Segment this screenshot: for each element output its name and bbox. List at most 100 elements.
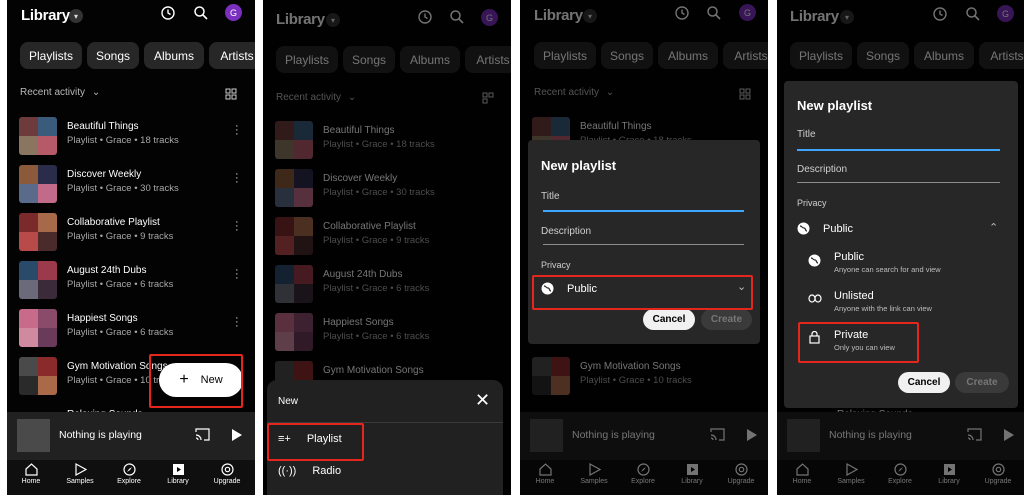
dialog-title: New playlist xyxy=(541,158,617,173)
more-icon[interactable]: · · · xyxy=(235,313,239,332)
new-playlist-dialog: New playlist Title Description Privacy P… xyxy=(528,140,760,344)
highlight-box xyxy=(532,275,753,310)
nav-home[interactable]: Home xyxy=(9,463,53,485)
cancel-button[interactable]: Cancel xyxy=(898,372,950,393)
nav-explore[interactable]: Explore xyxy=(107,463,151,485)
chevron-down-icon: ⌄ xyxy=(91,87,101,98)
menu-label: Radio xyxy=(312,465,342,477)
create-button[interactable]: Create xyxy=(955,372,1009,393)
description-underline xyxy=(543,244,744,245)
option-desc: Anyone can search for and view xyxy=(834,265,941,274)
nav-upgrade[interactable]: Upgrade xyxy=(205,463,249,485)
playlist-artwork xyxy=(19,261,57,299)
mini-player[interactable]: Nothing is playing xyxy=(7,412,255,460)
chevron-up-icon: ⌃ xyxy=(989,222,999,234)
item-subtitle: Playlist • Grace • 18 tracks xyxy=(67,135,179,146)
item-title: August 24th Dubs xyxy=(67,265,147,276)
privacy-label: Privacy xyxy=(797,198,827,208)
playlist-artwork xyxy=(19,117,57,155)
item-title: Collaborative Playlist xyxy=(67,217,160,228)
item-subtitle: Playlist • Grace • 9 tracks xyxy=(67,231,174,242)
play-icon[interactable] xyxy=(231,429,242,441)
chip-albums[interactable]: Albums xyxy=(144,42,204,69)
nav-samples[interactable]: Samples xyxy=(58,463,102,485)
upgrade-icon xyxy=(220,463,234,476)
option-desc: Anyone with the link can view xyxy=(834,304,932,313)
panel-privacy-options: Library ▾ G Playlists Songs Albums Artis… xyxy=(777,0,1024,495)
create-button[interactable]: Create xyxy=(701,309,752,330)
title-underline xyxy=(543,210,744,212)
panel-new-playlist-dialog: Library ▾ G Playlists Songs Albums Artis… xyxy=(520,0,768,495)
search-icon[interactable] xyxy=(193,5,209,21)
cast-icon[interactable] xyxy=(195,428,210,441)
playlist-artwork xyxy=(19,309,57,347)
highlight-box xyxy=(798,322,919,363)
library-icon xyxy=(172,464,184,475)
chip-playlists[interactable]: Playlists xyxy=(20,42,82,69)
highlight-box xyxy=(267,423,364,461)
bottom-nav: Home Samples Explore Library Upgrade xyxy=(7,460,255,495)
item-subtitle: Playlist • Grace • 6 tracks xyxy=(67,327,174,338)
privacy-value: Public xyxy=(823,223,853,235)
now-playing-text: Nothing is playing xyxy=(59,429,142,441)
playlist-artwork xyxy=(19,357,57,395)
more-icon[interactable]: · · · xyxy=(235,265,239,284)
nav-label: Explore xyxy=(117,478,141,485)
close-icon[interactable]: ✕ xyxy=(475,390,490,411)
chevron-down-icon[interactable]: ▾ xyxy=(69,9,83,23)
sort-dropdown[interactable]: Recent activity ⌄ xyxy=(20,87,100,98)
grid-view-icon[interactable] xyxy=(225,88,237,100)
item-title: Discover Weekly xyxy=(67,169,142,180)
list-item[interactable]: Discover Weekly Playlist • Grace • 30 tr… xyxy=(7,162,255,210)
more-icon[interactable]: · · · xyxy=(235,121,239,140)
list-item[interactable]: Collaborative Playlist Playlist • Grace … xyxy=(7,210,255,258)
home-icon xyxy=(24,463,38,476)
sheet-title: New xyxy=(278,396,299,407)
dialog-title: New playlist xyxy=(797,98,873,113)
cancel-button[interactable]: Cancel xyxy=(643,309,695,330)
option-name: Public xyxy=(834,251,864,263)
list-item[interactable]: Beautiful Things Playlist • Grace • 18 t… xyxy=(7,114,255,162)
list-item[interactable]: Happiest Songs Playlist • Grace • 6 trac… xyxy=(7,306,255,354)
description-input[interactable]: Description xyxy=(541,226,591,237)
title-input[interactable]: Title xyxy=(797,129,816,140)
privacy-option-unlisted[interactable]: Unlisted Anyone with the link can view xyxy=(808,290,998,318)
nav-label: Home xyxy=(21,478,41,485)
avatar[interactable]: G xyxy=(225,4,242,21)
panel-library: Library ▾ G Playlists Songs Albums Artis… xyxy=(7,0,255,495)
chip-songs[interactable]: Songs xyxy=(87,42,139,69)
list-item[interactable]: August 24th Dubs Playlist • Grace • 6 tr… xyxy=(7,258,255,306)
item-title: Beautiful Things xyxy=(67,121,139,132)
samples-icon xyxy=(74,463,87,476)
more-icon[interactable]: · · · xyxy=(235,169,239,188)
nav-label: Upgrade xyxy=(213,478,241,485)
history-icon[interactable] xyxy=(160,5,176,21)
option-name: Unlisted xyxy=(834,290,874,302)
sort-label: Recent activity xyxy=(20,87,86,98)
globe-icon xyxy=(808,254,821,267)
chip-artists[interactable]: Artists xyxy=(209,42,255,69)
nav-label: Library xyxy=(167,478,189,485)
highlight-box xyxy=(149,354,243,408)
nav-library[interactable]: Library xyxy=(156,463,200,485)
title-input[interactable]: Title xyxy=(541,191,560,202)
nav-label: Samples xyxy=(66,478,94,485)
privacy-option-public[interactable]: Public Anyone can search for and view xyxy=(808,251,998,279)
globe-icon xyxy=(797,222,810,235)
privacy-dropdown[interactable]: Public ⌃ xyxy=(797,221,1007,241)
description-input[interactable]: Description xyxy=(797,164,847,175)
playlist-artwork xyxy=(19,213,57,251)
item-title: Happiest Songs xyxy=(67,313,138,324)
playlist-artwork xyxy=(19,165,57,203)
player-artwork xyxy=(17,419,50,452)
compass-icon xyxy=(122,463,136,476)
item-subtitle: Playlist • Grace • 6 tracks xyxy=(67,279,174,290)
more-icon[interactable]: · · · xyxy=(235,217,239,236)
description-underline xyxy=(797,182,1000,183)
title-underline xyxy=(797,149,1000,151)
link-icon xyxy=(808,294,822,303)
item-subtitle: Playlist • Grace • 30 tracks xyxy=(67,183,179,194)
radio-icon: ((·)) xyxy=(278,465,297,477)
privacy-label: Privacy xyxy=(541,260,571,270)
menu-item-radio[interactable]: ((·)) Radio xyxy=(278,465,341,477)
